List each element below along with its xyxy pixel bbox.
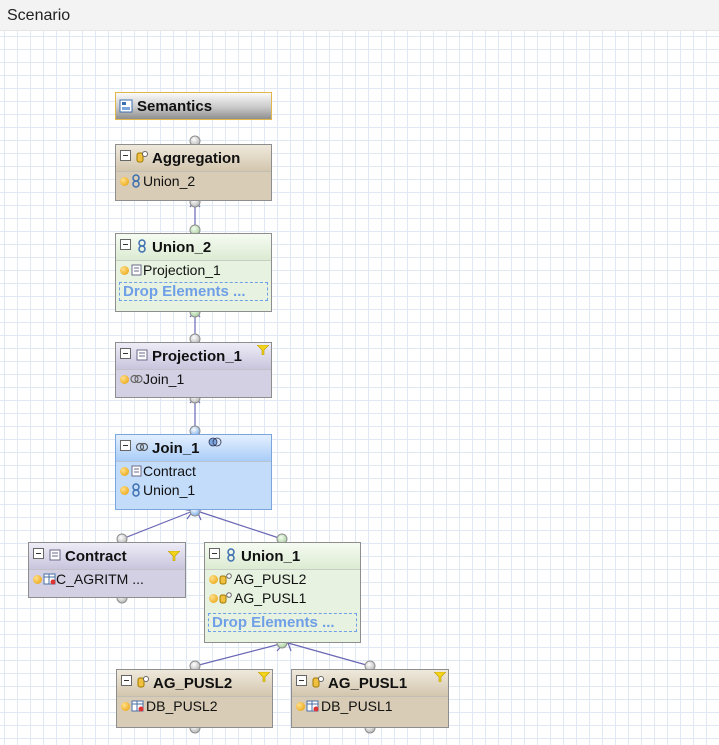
table-icon xyxy=(131,700,144,712)
node-union-1-title: Union_1 xyxy=(241,548,301,565)
table-icon xyxy=(43,573,56,585)
node-ag-pusl1-header: AG_PUSL1 xyxy=(292,670,448,697)
semantics-icon xyxy=(119,99,133,113)
join-icon xyxy=(130,374,143,384)
input-label: DB_PUSL1 xyxy=(321,698,393,714)
node-semantics-title: Semantics xyxy=(137,98,213,115)
input-label: Projection_1 xyxy=(143,262,221,278)
join-type-icon xyxy=(208,437,222,447)
node-projection-1-header: Projection_1 xyxy=(116,343,271,370)
collapse-toggle[interactable] xyxy=(120,239,131,250)
node-aggregation[interactable]: Aggregation Union_2 xyxy=(115,144,272,201)
aggregation-icon xyxy=(219,592,232,604)
input-bullet-icon xyxy=(120,266,129,275)
input-row[interactable]: AG_PUSL2 xyxy=(205,570,360,589)
projection-icon xyxy=(131,465,142,477)
node-union-2[interactable]: Union_2 Projection_1 Drop Elements ... xyxy=(115,233,272,312)
union-icon xyxy=(227,548,235,562)
input-bullet-icon xyxy=(120,467,129,476)
collapse-toggle[interactable] xyxy=(120,150,131,161)
view-title-bar: Scenario xyxy=(0,0,719,31)
union-icon xyxy=(132,174,140,188)
input-label: Union_1 xyxy=(143,482,196,498)
node-contract[interactable]: Contract C_AGRITM ... xyxy=(28,542,186,598)
input-row[interactable]: Projection_1 xyxy=(116,261,271,280)
node-join-1-title: Join_1 xyxy=(152,440,200,457)
projection-icon xyxy=(131,264,142,276)
collapse-toggle[interactable] xyxy=(209,548,220,559)
projection-icon xyxy=(49,549,61,561)
drop-elements-zone[interactable]: Drop Elements ... xyxy=(119,282,268,301)
collapse-toggle[interactable] xyxy=(33,548,44,559)
input-label: C_AGRITM ... xyxy=(56,571,144,587)
node-aggregation-title: Aggregation xyxy=(152,150,241,167)
node-union-2-header: Union_2 xyxy=(116,234,271,261)
input-label: Join_1 xyxy=(143,371,185,387)
filter-icon xyxy=(434,672,446,682)
input-label: AG_PUSL1 xyxy=(234,590,307,606)
filter-icon xyxy=(257,345,269,355)
filter-icon xyxy=(258,672,270,682)
input-label: AG_PUSL2 xyxy=(234,571,307,587)
node-ag-pusl1[interactable]: AG_PUSL1 DB_PUSL1 xyxy=(291,669,449,728)
node-semantics[interactable]: Semantics xyxy=(115,92,272,120)
join-icon xyxy=(135,442,149,452)
union-icon xyxy=(132,483,140,497)
aggregation-icon xyxy=(137,676,149,688)
aggregation-icon xyxy=(219,573,232,585)
node-join-1-header: Join_1 xyxy=(116,435,271,462)
input-bullet-icon xyxy=(296,702,305,711)
input-row[interactable]: Contract xyxy=(116,462,271,481)
union-icon xyxy=(138,239,146,253)
node-aggregation-header: Aggregation xyxy=(116,145,271,172)
filter-icon xyxy=(168,551,180,561)
aggregation-icon xyxy=(312,676,324,688)
node-join-1[interactable]: Join_1 Contract Union_1 xyxy=(115,434,272,510)
input-label: Contract xyxy=(143,463,196,479)
input-label: DB_PUSL2 xyxy=(146,698,218,714)
input-bullet-icon xyxy=(120,177,129,186)
node-ag-pusl2-header: AG_PUSL2 xyxy=(117,670,272,697)
node-ag-pusl2-title: AG_PUSL2 xyxy=(153,675,233,692)
input-bullet-icon xyxy=(121,702,130,711)
collapse-toggle[interactable] xyxy=(120,348,131,359)
node-union-1-header: Union_1 xyxy=(205,543,360,570)
input-bullet-icon xyxy=(33,575,42,584)
input-bullet-icon xyxy=(120,375,129,384)
input-row[interactable]: C_AGRITM ... xyxy=(29,570,185,589)
input-bullet-icon xyxy=(209,575,218,584)
input-row[interactable]: DB_PUSL1 xyxy=(292,697,448,716)
input-row[interactable]: Union_1 xyxy=(116,481,271,500)
input-row[interactable]: Join_1 xyxy=(116,370,271,389)
node-contract-header: Contract xyxy=(29,543,185,570)
input-row[interactable]: Union_2 xyxy=(116,172,271,191)
projection-icon xyxy=(136,349,148,361)
node-projection-1-title: Projection_1 xyxy=(152,348,243,365)
input-bullet-icon xyxy=(120,486,129,495)
view-title: Scenario xyxy=(7,7,71,24)
node-union-1[interactable]: Union_1 AG_PUSL2 AG_PUSL1 Drop Elements … xyxy=(204,542,361,643)
node-union-2-title: Union_2 xyxy=(152,239,212,256)
input-row[interactable]: AG_PUSL1 xyxy=(205,589,360,608)
drop-elements-zone[interactable]: Drop Elements ... xyxy=(208,613,357,632)
input-row[interactable]: DB_PUSL2 xyxy=(117,697,272,716)
aggregation-icon xyxy=(136,151,148,163)
input-label: Union_2 xyxy=(143,173,196,189)
table-icon xyxy=(306,700,319,712)
collapse-toggle[interactable] xyxy=(296,675,307,686)
collapse-toggle[interactable] xyxy=(121,675,132,686)
input-bullet-icon xyxy=(209,594,218,603)
node-ag-pusl1-title: AG_PUSL1 xyxy=(328,675,408,692)
scenario-canvas[interactable]: Semantics Aggregation Union_2 Union_2 Pr… xyxy=(0,31,719,745)
node-projection-1[interactable]: Projection_1 Join_1 xyxy=(115,342,272,398)
node-contract-title: Contract xyxy=(65,548,127,565)
node-ag-pusl2[interactable]: AG_PUSL2 DB_PUSL2 xyxy=(116,669,273,728)
collapse-toggle[interactable] xyxy=(120,440,131,451)
